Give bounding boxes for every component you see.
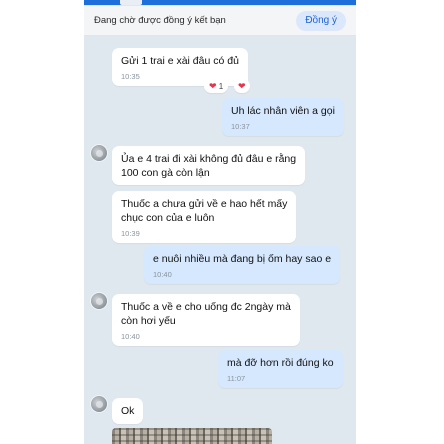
message-text: Thuốc a chưa gửi về e hao hết mấy <box>121 198 288 210</box>
message-bubble-me[interactable]: e nuôi nhiều mà đang bị ốm hay sao e 10:… <box>144 246 341 284</box>
message-text: còn hơi yếu <box>121 315 176 327</box>
friend-request-banner: Đang chờ được đồng ý kết bạn Đồng ý <box>84 6 356 36</box>
message-bubble[interactable]: Gửi 1 trai e xài đâu có đủ 10:35 <box>112 48 248 86</box>
message-time: 10:39 <box>121 229 140 238</box>
header-tab <box>120 0 142 5</box>
heart-icon: ❤ <box>209 81 217 91</box>
message-text: Uh lác nhân viên a gọi <box>231 105 335 117</box>
message-bubble-me[interactable]: Uh lác nhân viên a gọi 10:37 <box>222 98 344 136</box>
message-time: 10:40 <box>153 270 172 279</box>
message-text: Thuốc a về e cho uống đc 2ngày mà <box>121 301 291 313</box>
message-text: mà đỡ hơn rồi đúng ko <box>227 357 334 369</box>
contact-avatar[interactable] <box>90 292 108 310</box>
message-bubble[interactable]: Thuốc a về e cho uống đc 2ngày mà còn hơ… <box>112 294 300 346</box>
message-text: Ủa e 4 trai đi xài không đủ đâu e rằng <box>121 153 297 165</box>
message-bubble-me[interactable]: mà đỡ hơn rồi đúng ko 11:07 <box>218 350 343 388</box>
message-bubble[interactable]: Ủa e 4 trai đi xài không đủ đâu e rằng 1… <box>112 146 306 185</box>
message-time: 11:07 <box>227 374 246 383</box>
message-text: 100 con gà còn lận <box>121 167 210 179</box>
contact-avatar[interactable] <box>90 144 108 162</box>
message-text: chục con của e luôn <box>121 212 215 224</box>
contact-avatar[interactable] <box>90 395 108 413</box>
message-text: e nuôi nhiều mà đang bị ốm hay sao e <box>153 253 332 265</box>
reaction-button[interactable]: ❤ <box>234 79 250 93</box>
heart-icon: ❤ <box>238 81 246 91</box>
message-text: Ok <box>121 405 135 417</box>
message-time: 10:37 <box>231 122 250 131</box>
message-bubble[interactable]: Ok <box>112 398 144 424</box>
reaction-count: 1 <box>218 82 224 91</box>
chat-screen: Đang chờ được đồng ý kết bạn Đồng ý Gửi … <box>84 0 356 444</box>
photo-attachment[interactable] <box>112 428 272 444</box>
reaction-count-badge[interactable]: ❤ 1 <box>204 79 229 93</box>
accept-friend-button[interactable]: Đồng ý <box>296 11 346 31</box>
message-bubble[interactable]: Thuốc a chưa gửi về e hao hết mấy chục c… <box>112 191 297 243</box>
friend-request-text: Đang chờ được đồng ý kết bạn <box>94 15 226 26</box>
message-time: 10:40 <box>121 332 140 341</box>
message-text: Gửi 1 trai e xài đâu có đủ <box>121 55 239 67</box>
